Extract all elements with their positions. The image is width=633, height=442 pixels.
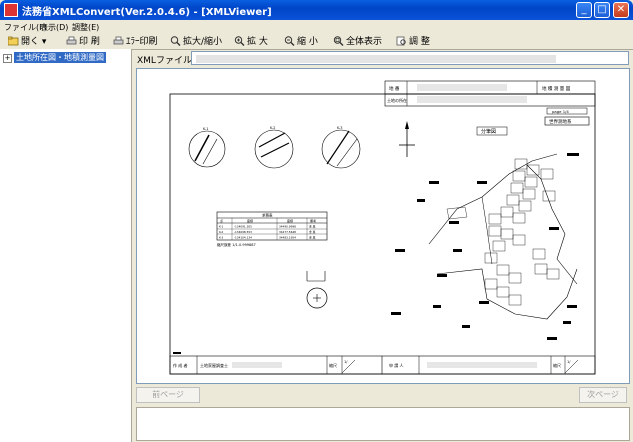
coordinate-table-title: 求積表 xyxy=(262,213,273,218)
parcel-map xyxy=(428,153,578,320)
coord-row1-note: 金 属 xyxy=(309,225,316,229)
open-label: 開く xyxy=(21,37,40,47)
survey-drawing: 地 番 地 積 測 量 図 土地の所在 page 1/4 世界測地系 分筆図 K… xyxy=(169,80,596,375)
window-title: 法務省XMLConvert(Ver.2.0.4.6) - [XMLViewer] xyxy=(22,7,272,18)
message-panel xyxy=(136,407,630,441)
zoom-in-icon xyxy=(234,36,245,46)
prev-page-button[interactable]: 前ページ xyxy=(136,387,200,403)
next-page-button[interactable]: 次ページ xyxy=(579,387,627,403)
title-bar[interactable]: 法務省XMLConvert(Ver.2.0.4.6) - [XMLViewer]… xyxy=(0,0,633,20)
redacted-applicant xyxy=(427,362,537,368)
coord-row3-point: K-3 xyxy=(219,236,224,240)
scale-value-left: 1/ xyxy=(344,360,348,364)
tree-item-root[interactable]: 土地所在図・地積測量図 xyxy=(14,52,106,63)
toolbar: 開く ▾ 印 刷 ｴﾗｰ印刷 拡大/縮小 拡 大 縮 小 全体表示 調 整 xyxy=(0,35,633,50)
fit-page-button[interactable]: 全体表示 xyxy=(333,35,382,49)
detail-circle-2: K-2 xyxy=(254,126,294,169)
map-title: 分筆図 xyxy=(481,128,496,135)
xml-file-label: XMLファイル xyxy=(137,56,192,66)
minimize-button[interactable]: _ xyxy=(576,2,592,18)
redacted-creator xyxy=(232,362,282,368)
adjust-icon xyxy=(396,36,406,46)
coord-row2-point: K-2 xyxy=(219,230,224,234)
detail-label-3: K-3 xyxy=(337,126,342,130)
detail-circle-1: K-1 xyxy=(188,127,226,168)
zoom-toggle-label: 拡大/縮小 xyxy=(183,37,223,47)
title-block: 作 成 者 土地家屋調査士 縮尺 1/ 申 請 人 縮尺 1/ xyxy=(169,355,596,375)
coordinate-table: 求積表 点 座標 座標 備考 K-1 -134091.305 34490.999… xyxy=(216,211,328,247)
print-label: 印 刷 xyxy=(79,37,100,47)
map-type-label: 世界測地系 xyxy=(549,118,572,125)
location-label: 土地の所在 xyxy=(387,97,407,103)
xml-file-bar: XMLファイル xyxy=(133,50,633,68)
coord-row3-note: 金 属 xyxy=(309,236,316,240)
fit-page-label: 全体表示 xyxy=(346,37,383,47)
coord-row1-y: 34490.9998 xyxy=(279,225,296,229)
scale-value-right: 1/ xyxy=(567,360,571,364)
survey-map-label: 地 積 測 量 図 xyxy=(542,85,571,92)
adjust-button[interactable]: 調 整 xyxy=(396,35,430,49)
redacted-path xyxy=(196,55,556,63)
error-print-label: ｴﾗｰ印刷 xyxy=(126,37,158,47)
coord-row2-y: 34477.5648 xyxy=(279,230,296,234)
menu-bar: ファイル(F) 表示(D) 調整(E) xyxy=(0,20,633,35)
creator-value: 土地家屋調査士 xyxy=(200,362,228,368)
zoom-out-icon xyxy=(284,36,295,46)
north-arrow xyxy=(399,121,415,157)
coord-row1-point: K-1 xyxy=(219,225,224,229)
open-button[interactable]: 開く ▾ xyxy=(8,35,46,49)
coord-header-y: 座標 xyxy=(287,218,293,223)
coord-row3-y: 34483.1954 xyxy=(279,236,296,240)
open-folder-icon xyxy=(8,36,19,46)
page-navigation: 前ページ 次ページ xyxy=(133,385,633,405)
creator-label: 作 成 者 xyxy=(173,362,188,368)
detail-circle-3: K-3 xyxy=(321,126,361,169)
scale-label-left: 縮尺 xyxy=(329,362,337,368)
lot-number-label: 地 番 xyxy=(389,85,400,92)
detail-label-2: K-2 xyxy=(270,126,275,130)
menu-adjust[interactable]: 調整(E) xyxy=(72,22,99,33)
zoom-in-button[interactable]: 拡 大 xyxy=(234,35,268,49)
fit-page-icon xyxy=(333,36,344,46)
coord-row2-note: 金 属 xyxy=(309,230,316,234)
coord-row1-x: -134091.305 xyxy=(234,225,252,229)
zoom-in-label: 拡 大 xyxy=(247,37,268,47)
print-button[interactable]: 印 刷 xyxy=(66,35,100,49)
menu-view[interactable]: 表示(D) xyxy=(40,22,68,33)
tree-expand-toggle[interactable]: + xyxy=(3,54,12,63)
applicant-label: 申 請 人 xyxy=(389,362,404,368)
coord-header-point: 点 xyxy=(220,218,223,223)
xml-file-path-field[interactable] xyxy=(191,51,629,65)
app-icon xyxy=(4,3,18,17)
scale-error-note: 縮尺誤差 1/1-0.999887 xyxy=(217,242,256,247)
close-button[interactable]: ✕ xyxy=(613,2,629,18)
error-print-button[interactable]: ｴﾗｰ印刷 xyxy=(113,35,158,49)
adjust-label: 調 整 xyxy=(409,37,430,47)
reference-symbol xyxy=(306,271,328,309)
coord-row2-x: -134098.553 xyxy=(234,230,252,234)
zoom-out-label: 縮 小 xyxy=(297,37,318,47)
coord-header-x: 座標 xyxy=(247,218,253,223)
coord-row3-x: -134104.134 xyxy=(234,236,252,240)
scale-label-right: 縮尺 xyxy=(553,362,561,368)
page-label: page 1/4 xyxy=(552,109,569,114)
maximize-button[interactable]: □ xyxy=(594,2,610,18)
zoom-toggle-button[interactable]: 拡大/縮小 xyxy=(170,35,222,49)
redacted-address-1 xyxy=(417,84,507,91)
coord-header-note: 備考 xyxy=(310,218,316,223)
document-viewer[interactable]: 地 番 地 積 測 量 図 土地の所在 page 1/4 世界測地系 分筆図 K… xyxy=(136,68,630,384)
zoom-out-button[interactable]: 縮 小 xyxy=(284,35,318,49)
detail-label-1: K-1 xyxy=(203,127,208,131)
printer-icon xyxy=(66,36,77,45)
redacted-address-2 xyxy=(417,96,527,103)
document-tree[interactable]: + 土地所在図・地積測量図 xyxy=(0,49,132,442)
magnifier-icon xyxy=(170,36,181,46)
error-printer-icon xyxy=(113,36,124,45)
